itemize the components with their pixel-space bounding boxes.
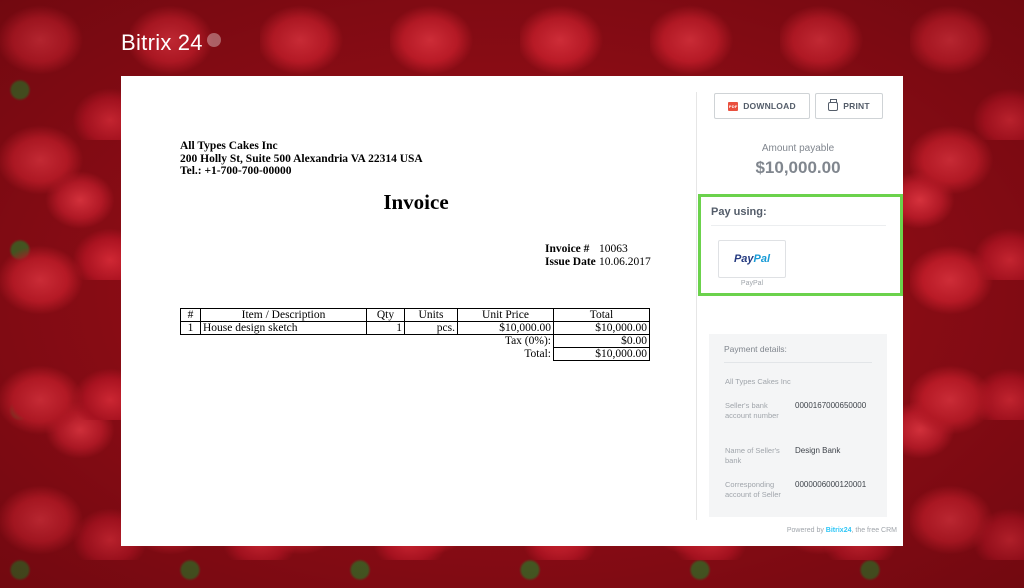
row-qty: 1 [366,321,405,335]
invoice-title: Invoice [383,190,449,214]
brand-number: 24 [177,30,203,55]
details-value: 0000167000650000 [795,401,867,410]
total-label: Total: [524,348,551,360]
invoice-card: All Types Cakes Inc 200 Holly St, Suite … [121,76,903,546]
items-table: # Item / Description Qty Units Unit Pric… [180,308,650,361]
download-label: DOWNLOAD [743,101,796,111]
payment-sidebar: PDF DOWNLOAD PRINT Amount payable $10,00… [697,76,903,546]
row-num: 1 [180,321,201,335]
col-header-desc: Item / Description [200,308,367,322]
details-value: 0000006000120001 [795,480,867,489]
powered-by-footer: Powered by Bitrix24, the free CRM [787,527,897,534]
row-total: $10,000.00 [553,321,650,335]
payment-details-title: Payment details: [724,344,787,354]
tax-value: $0.00 [553,334,650,348]
issue-date-label: Issue Date [545,256,596,268]
invoice-number: 10063 [599,243,628,255]
details-seller-name: All Types Cakes Inc [725,377,791,386]
tax-row: Tax (0%): $0.00 [181,334,650,348]
table-header-row: # Item / Description Qty Units Unit Pric… [180,308,650,322]
pay-separator [711,225,886,226]
seller-name: All Types Cakes Inc [180,140,278,152]
details-row: Seller's bank account number 00001670006… [725,401,880,421]
pay-using-section: Pay using: Pay Pal PayPal [698,194,903,296]
amount-payable-label: Amount payable [761,143,835,154]
details-row: Name of Seller's bank Design Bank [725,446,880,466]
tax-label: Tax (0%): [504,335,551,348]
paypal-button[interactable]: Pay Pal [718,240,786,278]
payment-details-panel: Payment details: All Types Cakes Inc Sel… [709,334,887,517]
col-header-num: # [180,308,201,322]
table-row: 1 House design sketch 1 pcs. $10,000.00 … [180,321,650,335]
details-separator [724,362,872,363]
paypal-logo-part1: Pay [733,253,754,265]
col-header-price: Unit Price [457,308,554,322]
seller-block: All Types Cakes Inc 200 Holly St, Suite … [180,140,423,178]
row-units: pcs. [404,321,458,335]
invoice-number-label: Invoice # [545,243,590,255]
seller-address: 200 Holly St, Suite 500 Alexandria VA 22… [180,152,423,165]
paypal-caption: PayPal [740,280,764,287]
details-row: Corresponding account of Seller 00000060… [725,480,880,500]
col-header-units: Units [404,308,458,322]
total-value: $10,000.00 [553,347,650,361]
details-key: Name of Seller's bank [725,446,780,465]
print-button[interactable]: PRINT [815,93,883,119]
pay-using-title: Pay using: [711,206,767,218]
paypal-logo-part2: Pal [753,253,771,265]
details-key: Seller's bank account number [725,401,779,420]
seller-phone: Tel.: +1-700-700-00000 [180,165,292,177]
col-header-total: Total [553,308,650,322]
powered-by-brand-link[interactable]: Bitrix24 [826,527,852,534]
invoice-meta: Invoice # 10063 Issue Date 10.06.2017 [545,243,651,269]
issue-date: 10.06.2017 [599,256,651,268]
pdf-icon: PDF [728,101,739,111]
total-row: Total: $10,000.00 [181,347,650,361]
cloud-icon [206,33,221,47]
download-button[interactable]: PDF DOWNLOAD [714,93,810,119]
amount-payable-value: $10,000.00 [755,158,841,177]
bitrix24-logo[interactable]: Bitrix 24 [121,30,221,56]
print-label: PRINT [843,101,870,111]
powered-by-suffix: , the free CRM [851,527,897,534]
printer-icon [828,98,839,111]
row-desc: House design sketch [200,321,367,335]
invoice-document: All Types Cakes Inc 200 Holly St, Suite … [121,76,696,546]
powered-by-text: Powered by [786,527,824,534]
details-value: Design Bank [795,446,841,455]
row-price: $10,000.00 [457,321,554,335]
brand-name: Bitrix [121,30,172,55]
details-key: Corresponding account of Seller [725,480,781,499]
col-header-qty: Qty [366,308,405,322]
